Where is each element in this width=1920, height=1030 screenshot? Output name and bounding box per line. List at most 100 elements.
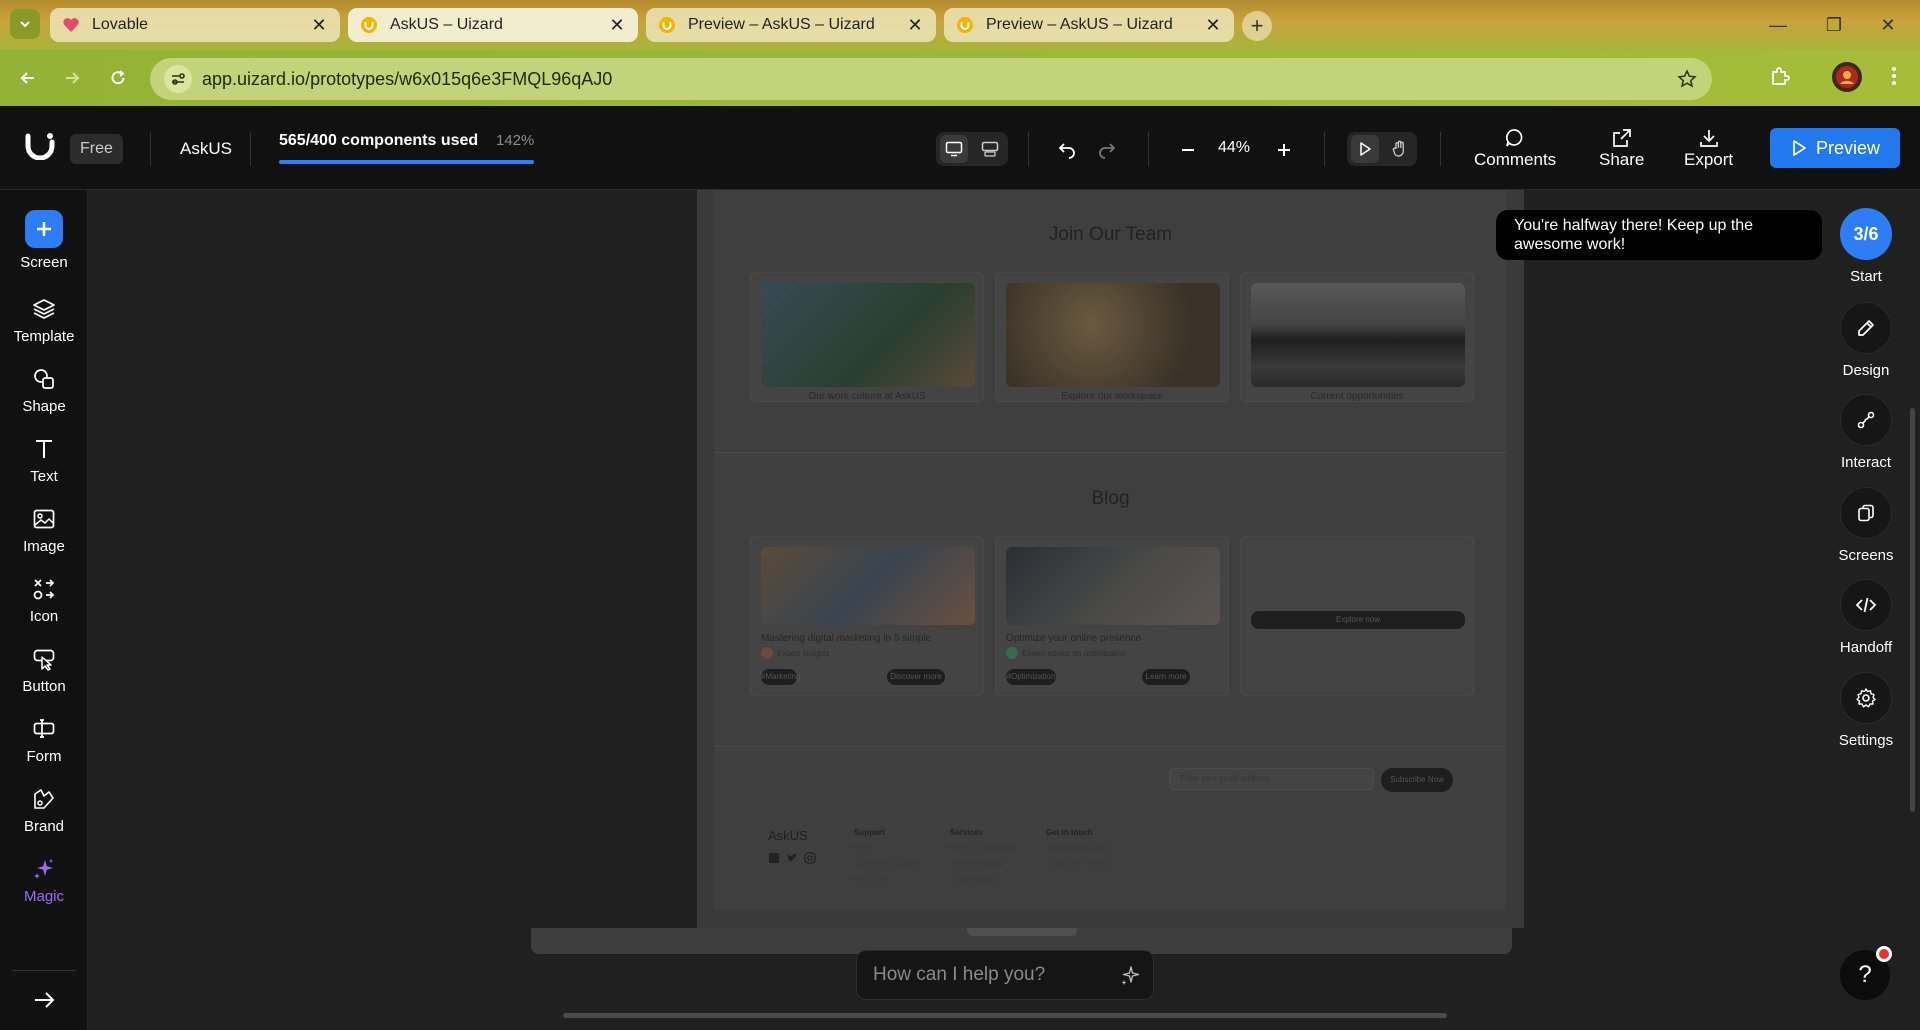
close-icon[interactable]: ✕ <box>608 15 626 36</box>
preview-button[interactable]: Preview <box>1770 128 1900 168</box>
hand-tool-button[interactable] <box>1386 135 1414 163</box>
footer-link[interactable]: Site Navigation <box>950 859 1016 868</box>
project-name[interactable]: AskUS <box>180 139 232 159</box>
code-icon <box>1855 597 1877 613</box>
bookmark-star-icon[interactable] <box>1676 68 1698 90</box>
button-tool-button[interactable]: Button <box>0 644 88 695</box>
discover-more-button[interactable]: Discover more <box>887 669 945 685</box>
progress-badge: 3/6 <box>1840 208 1892 260</box>
join-card[interactable]: Current opportunities <box>1240 272 1474 402</box>
zoom-level[interactable]: 44% <box>1218 139 1250 157</box>
design-canvas[interactable]: Join Our Team Our work culture at AskUS … <box>89 190 1920 1030</box>
undo-button[interactable] <box>1053 136 1081 164</box>
card-caption: Current opportunities <box>1310 391 1404 402</box>
blog-card[interactable]: Optimize your online presence Expert adv… <box>995 536 1229 696</box>
add-screen-button[interactable]: Screen <box>0 210 88 271</box>
close-icon[interactable]: ✕ <box>310 15 328 36</box>
browser-tab-lovable[interactable]: Lovable ✕ <box>50 8 340 42</box>
twitter-icon[interactable] <box>786 852 798 864</box>
site-info-icon[interactable] <box>164 65 192 93</box>
card-caption: Our work culture at AskUS <box>808 391 926 402</box>
back-button[interactable] <box>14 64 42 92</box>
footer-link[interactable]: contact@ask.com <box>1046 843 1111 852</box>
left-toolbar: Screen Template Shape Text Image Icon Bu… <box>0 190 88 1030</box>
browser-tab-preview-2[interactable]: Preview – AskUS – Uizard ✕ <box>944 8 1234 42</box>
redo-button[interactable] <box>1093 136 1121 164</box>
forward-button[interactable] <box>58 64 86 92</box>
close-icon[interactable]: ✕ <box>906 15 924 36</box>
browser-menu-button[interactable] <box>1880 62 1908 90</box>
join-card[interactable]: Our work culture at AskUS <box>750 272 984 402</box>
share-icon <box>1612 129 1631 147</box>
text-icon <box>36 440 52 458</box>
join-card[interactable]: Explore our workspace <box>995 272 1229 402</box>
image-button[interactable]: Image <box>0 504 88 555</box>
design-panel-button[interactable]: Design <box>1830 302 1902 379</box>
template-button[interactable]: Template <box>0 294 88 345</box>
footer-link[interactable]: Privacy Guidelines <box>950 843 1016 852</box>
new-tab-button[interactable]: + <box>1242 11 1272 41</box>
ai-chat-input[interactable] <box>873 964 1103 986</box>
ai-chat-bar[interactable] <box>856 950 1154 1000</box>
vertical-scrollbar[interactable] <box>1910 408 1915 812</box>
horizontal-scrollbar[interactable] <box>563 1013 1447 1018</box>
desktop-view-button[interactable] <box>940 135 968 163</box>
restore-button[interactable]: ❐ <box>1814 10 1854 40</box>
settings-panel-button[interactable]: Settings <box>1830 672 1902 749</box>
select-tool-button[interactable] <box>1350 135 1379 163</box>
browser-tab-preview-1[interactable]: Preview – AskUS – Uizard ✕ <box>646 8 936 42</box>
author-avatar <box>761 647 773 659</box>
tab-search-button[interactable] <box>10 9 40 39</box>
footer-link[interactable]: Customer Support <box>854 859 919 868</box>
browser-tab-askus[interactable]: AskUS – Uizard ✕ <box>348 8 638 42</box>
arrow-right-icon <box>35 992 55 1008</box>
window-close-button[interactable]: ✕ <box>1868 10 1908 40</box>
screens-panel-button[interactable]: Screens <box>1830 487 1902 564</box>
instagram-icon[interactable] <box>804 852 816 864</box>
extensions-button[interactable] <box>1766 62 1794 90</box>
blog-title[interactable]: Blog <box>714 488 1507 510</box>
blog-tag[interactable]: #Marketing <box>761 669 801 685</box>
zoom-out-button[interactable] <box>1174 136 1202 164</box>
url-field[interactable]: app.uizard.io/prototypes/w6x015q6e3FMQL9… <box>150 58 1712 100</box>
learn-more-button[interactable]: Learn more <box>1142 669 1190 685</box>
text-button[interactable]: Text <box>0 434 88 485</box>
onboarding-progress-button[interactable]: 3/6 Start <box>1830 208 1902 285</box>
uizard-logo-icon[interactable] <box>24 132 56 160</box>
subscribe-button[interactable]: Subscribe Now <box>1381 768 1453 792</box>
export-button[interactable]: Export <box>1684 128 1733 170</box>
icon-button[interactable]: Icon <box>0 574 88 625</box>
handoff-panel-button[interactable]: Handoff <box>1830 579 1902 656</box>
footer-link[interactable]: Help Tips <box>854 875 919 884</box>
start-label: Start <box>1850 268 1882 285</box>
interact-panel-button[interactable]: Interact <box>1830 394 1902 471</box>
multi-device-view-button[interactable] <box>976 135 1004 163</box>
join-team-title[interactable]: Join Our Team <box>714 224 1507 246</box>
plan-badge[interactable]: Free <box>70 134 123 164</box>
blog-card[interactable]: Explore now <box>1240 536 1474 696</box>
form-button[interactable]: Form <box>0 714 88 765</box>
reload-button[interactable] <box>104 64 132 92</box>
linkedin-icon[interactable] <box>768 852 780 864</box>
minimize-button[interactable]: — <box>1758 10 1798 40</box>
share-button[interactable]: Share <box>1599 128 1644 170</box>
footer-link[interactable]: +123 456 789 000 <box>1046 859 1111 868</box>
blog-tag[interactable]: #Optimization <box>1006 669 1056 685</box>
comments-button[interactable]: Comments <box>1474 128 1556 170</box>
tab-title: Preview – AskUS – Uizard <box>986 16 1173 33</box>
explore-now-button[interactable]: Explore now <box>1251 611 1465 629</box>
zoom-in-button[interactable] <box>1270 136 1298 164</box>
sparkles-icon[interactable] <box>1119 965 1141 987</box>
footer-link[interactable]: Subscriptions <box>950 875 1016 884</box>
close-icon[interactable]: ✕ <box>1204 15 1222 36</box>
profile-avatar[interactable] <box>1832 62 1862 92</box>
brand-button[interactable]: Brand <box>0 784 88 835</box>
screen-preview[interactable]: Join Our Team Our work culture at AskUS … <box>714 190 1507 910</box>
blog-card[interactable]: Mastering digital marketing in 5 simple … <box>750 536 984 696</box>
magic-button[interactable]: Magic <box>0 854 88 905</box>
app-toolbar: Free AskUS 565/400 components used 142% … <box>0 106 1920 190</box>
email-field[interactable]: Enter your email address <box>1169 768 1374 790</box>
shape-button[interactable]: Shape <box>0 364 88 415</box>
footer-link[interactable]: FAQs <box>854 843 919 852</box>
expand-sidebar-button[interactable] <box>0 990 88 1010</box>
